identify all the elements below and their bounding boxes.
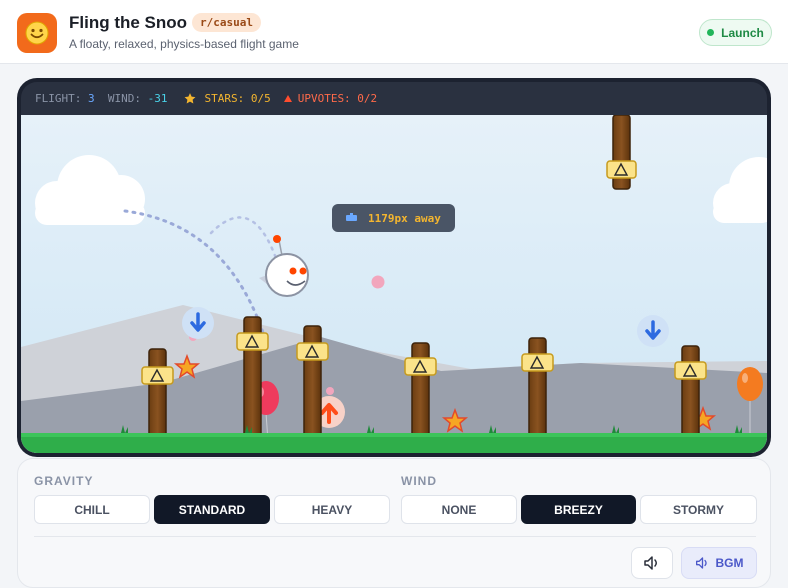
bonus-orb bbox=[371, 275, 385, 289]
divider bbox=[34, 536, 756, 537]
launch-label: Launch bbox=[721, 25, 764, 40]
down-arrow-icon bbox=[637, 315, 669, 347]
app-subtitle: A floaty, relaxed, physics-based flight … bbox=[69, 37, 299, 51]
bgm-label: BGM bbox=[715, 556, 744, 570]
settings-panel: GRAVITY CHILL STANDARD HEAVY WIND NONE B… bbox=[17, 458, 771, 588]
upvote-arrow-icon bbox=[283, 94, 292, 102]
hud-stars: STARS: 0/5 bbox=[204, 92, 271, 105]
wind-stormy-button[interactable]: STORMY bbox=[640, 495, 757, 524]
gravity-label: GRAVITY bbox=[34, 474, 94, 488]
game-hud: FLIGHT: 3 WIND: -31 STARS: 0/5 UPVOTES: … bbox=[21, 82, 767, 115]
app-header: Fling the Snoo r/casual A floaty, relaxe… bbox=[0, 0, 788, 64]
hud-wind-label: WIND: bbox=[94, 92, 148, 105]
hud-flight-value: 3 bbox=[87, 92, 95, 105]
bonus-orb bbox=[326, 387, 334, 395]
game-canvas[interactable]: 1179px away bbox=[21, 115, 767, 453]
sound-toggle-button[interactable] bbox=[631, 547, 673, 579]
wind-label: WIND bbox=[401, 474, 437, 488]
bgm-toggle-button[interactable]: BGM bbox=[681, 547, 757, 579]
hud-flight-label: FLIGHT: bbox=[35, 92, 88, 105]
gravity-standard-button[interactable]: STANDARD bbox=[154, 495, 270, 524]
subreddit-badge[interactable]: r/casual bbox=[192, 13, 261, 32]
wind-none-button[interactable]: NONE bbox=[401, 495, 517, 524]
status-dot-icon bbox=[707, 29, 715, 36]
launch-button[interactable]: Launch bbox=[699, 19, 772, 46]
down-arrow-icon bbox=[182, 307, 214, 339]
gravity-chill-button[interactable]: CHILL bbox=[34, 495, 150, 524]
ground bbox=[21, 435, 767, 453]
hud-upvotes: UPVOTES: 0/2 bbox=[297, 92, 378, 105]
app-title: Fling the Snoo bbox=[69, 13, 188, 32]
speaker-icon bbox=[644, 556, 657, 570]
gravity-heavy-button[interactable]: HEAVY bbox=[274, 495, 390, 524]
game-frame: FLIGHT: 3 WIND: -31 STARS: 0/5 UPVOTES: … bbox=[17, 78, 771, 457]
distance-text: 1179px away bbox=[368, 212, 441, 225]
hud-wind-value: -31 bbox=[147, 92, 168, 105]
speaker-icon bbox=[695, 557, 707, 569]
distance-indicator: 1179px away bbox=[332, 204, 455, 232]
wind-breezy-button[interactable]: BREEZY bbox=[521, 495, 636, 524]
star-icon bbox=[185, 93, 196, 104]
smiley-icon bbox=[17, 13, 57, 53]
